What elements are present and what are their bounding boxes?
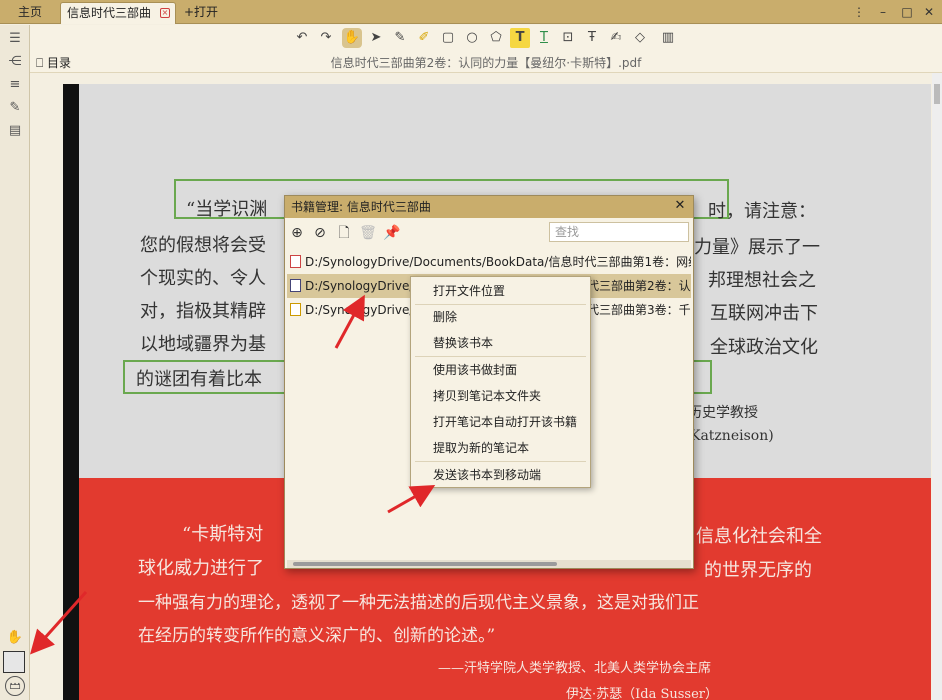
page-text-line: 您的假想将会受 xyxy=(140,235,266,256)
toc-label: 目录 xyxy=(47,56,72,70)
menu-use-as-cover[interactable]: 使用该书做封面 xyxy=(411,357,590,383)
document-header: 信息时代三部曲第2卷：认同的力量【曼纽尔·卡斯特】.pdf ⎕ 目录 xyxy=(30,51,942,73)
scrollbar-thumb[interactable] xyxy=(293,562,557,566)
hand-tool-icon[interactable]: ✋ xyxy=(5,628,25,648)
page-text-line: 邦理想社会之 xyxy=(708,270,816,291)
menu-extract-notebook[interactable]: 提取为新的笔记本 xyxy=(411,435,590,461)
text-highlight-icon[interactable]: T xyxy=(510,28,530,48)
dialog-title: 书籍管理: 信息时代三部曲 ✕ xyxy=(285,196,693,218)
tree-icon[interactable]: ⋲ xyxy=(5,52,25,72)
page-text-line: 在经历的转变所作的意义深广的、创新的论述。” xyxy=(138,626,496,646)
menu-copy-to-notebook[interactable]: 拷贝到笔记本文件夹 xyxy=(411,383,590,409)
cursor-icon[interactable]: ➤ xyxy=(366,28,386,48)
pdf-icon xyxy=(290,279,301,292)
bookmark-icon: ⎕ xyxy=(36,56,44,70)
polygon-icon[interactable]: ⬠ xyxy=(486,28,506,48)
link-book-icon[interactable]: ⊘ xyxy=(311,224,329,242)
text-underline-icon[interactable]: T xyxy=(534,28,554,48)
tab-document[interactable]: 信息时代三部曲 × xyxy=(60,2,176,24)
pin-icon[interactable]: 📌 xyxy=(383,224,401,242)
circle-icon[interactable]: ○ xyxy=(462,28,482,48)
page-text-line: 的谜团有着比本 xyxy=(136,369,262,390)
page-text-line: 全球政治文化 xyxy=(710,337,818,358)
left-sidebar: ☰ ⋲ ≡ ✎ ▤ ✋ ▭ xyxy=(0,25,30,700)
toc-button[interactable]: ⎕ 目录 xyxy=(36,54,71,71)
pdf-icon xyxy=(290,303,301,316)
list-icon[interactable]: ≡ xyxy=(5,75,25,95)
page-text-line: 信息化社会和全 xyxy=(696,526,822,547)
close-window-button[interactable]: ✕ xyxy=(920,3,938,21)
book-path: D:/SynologyDrive/ xyxy=(305,279,414,293)
tab-home[interactable]: 主页 xyxy=(12,2,48,24)
document-icon[interactable]: ▤ xyxy=(5,121,25,141)
page-edge xyxy=(63,84,79,700)
page-text-line: Katzneison) xyxy=(690,428,774,444)
page-text-line: 的世界无序的 xyxy=(704,560,812,581)
page-text-line: 以地域疆界为基 xyxy=(140,334,266,355)
document-title: 信息时代三部曲第2卷：认同的力量【曼纽尔·卡斯特】.pdf xyxy=(330,56,642,70)
page-text-line: 力量》展示了一 xyxy=(694,237,820,258)
more-menu-icon[interactable]: ⋮ xyxy=(850,3,868,21)
undo-icon[interactable]: ↶ xyxy=(292,28,312,48)
page-text-line: 对，指极其精辟 xyxy=(140,301,266,322)
page-text-line: 时，请注意： xyxy=(708,201,816,222)
book-path: D:/SynologyDrive/ xyxy=(305,303,414,317)
tab-document-label: 信息时代三部曲 xyxy=(67,6,152,20)
layers-icon[interactable]: ☰ xyxy=(5,29,25,49)
panel-icon[interactable]: ▥ xyxy=(658,28,678,48)
new-file-icon[interactable]: 🗋 xyxy=(335,224,353,242)
brush-icon[interactable]: ✎ xyxy=(5,98,25,118)
rectangle-icon[interactable]: ▢ xyxy=(438,28,458,48)
tab-bar: 主页 信息时代三部曲 × +打开 ⋮ – □ ✕ xyxy=(0,0,942,24)
minimize-button[interactable]: – xyxy=(874,3,892,21)
highlighter-icon[interactable]: ✐ xyxy=(414,28,434,48)
textbox-icon[interactable]: ⊡ xyxy=(558,28,578,48)
page-text-line: “当学识渊 xyxy=(186,199,268,220)
page-text-line: 互联网冲击下 xyxy=(710,303,818,324)
book-path: D:/SynologyDrive/Documents/BookData/信息时代… xyxy=(305,255,691,269)
search-input[interactable]: 查找 xyxy=(549,222,689,242)
eraser-icon[interactable]: ◇ xyxy=(630,28,650,48)
add-book-icon[interactable]: ⊕ xyxy=(288,224,306,242)
page-text-line: 历史学教授 xyxy=(688,405,758,421)
open-button[interactable]: +打开 xyxy=(178,2,224,24)
book-path-suffix: 代三部曲第2卷：认同 xyxy=(587,279,691,293)
book-path-suffix: 代三部曲第3卷：千年 xyxy=(587,303,691,317)
pdf-icon xyxy=(290,255,301,268)
dialog-title-text: 书籍管理: 信息时代三部曲 xyxy=(291,200,431,214)
menu-send-to-mobile[interactable]: 发送该书本到移动端 xyxy=(411,462,590,488)
book-row[interactable]: D:/SynologyDrive/Documents/BookData/信息时代… xyxy=(287,250,691,274)
menu-replace-book[interactable]: 替换该书本 xyxy=(411,330,590,356)
menu-delete[interactable]: 删除 xyxy=(411,304,590,330)
page-text-line: 伊达·苏瑟（Ida Susser） xyxy=(566,687,719,700)
dialog-close-button[interactable]: ✕ xyxy=(673,199,687,213)
tab-close-icon[interactable]: × xyxy=(160,8,170,18)
page-text-line: “卡斯特对 xyxy=(182,524,264,545)
scrollbar-thumb[interactable] xyxy=(934,84,940,104)
more-options-icon[interactable]: ··· xyxy=(5,676,25,696)
trash-icon[interactable]: 🗑 xyxy=(359,224,377,242)
annotation-toolbar: ↶ ↷ ✋ ➤ ✎ ✐ ▢ ○ ⬠ T T ⊡ Ŧ ✍ ◇ ▥ xyxy=(30,25,942,51)
hand-icon[interactable]: ✋ xyxy=(342,28,362,48)
page-text-line: 球化威力进行了 xyxy=(138,558,264,579)
redo-icon[interactable]: ↷ xyxy=(316,28,336,48)
page-text-line: 一种强有力的理论，透视了一种无法描述的后现代主义景象，这是对我们正 xyxy=(138,593,699,613)
text-strike-icon[interactable]: Ŧ xyxy=(582,28,602,48)
vertical-scrollbar[interactable] xyxy=(932,73,942,700)
signature-icon[interactable]: ✍ xyxy=(606,28,626,48)
maximize-button[interactable]: □ xyxy=(898,3,916,21)
pen-icon[interactable]: ✎ xyxy=(390,28,410,48)
context-menu: 打开文件位置 删除 替换该书本 使用该书做封面 拷贝到笔记本文件夹 打开笔记本自… xyxy=(410,276,591,488)
menu-open-file-location[interactable]: 打开文件位置 xyxy=(411,278,590,304)
page-text-line: 个现实的、令人 xyxy=(140,268,266,289)
book-manager-button[interactable] xyxy=(3,651,25,673)
page-text-line: ——汗特学院人类学教授、北美人类学协会主席 xyxy=(438,661,712,676)
menu-auto-open-book[interactable]: 打开笔记本自动打开该书籍 xyxy=(411,409,590,435)
